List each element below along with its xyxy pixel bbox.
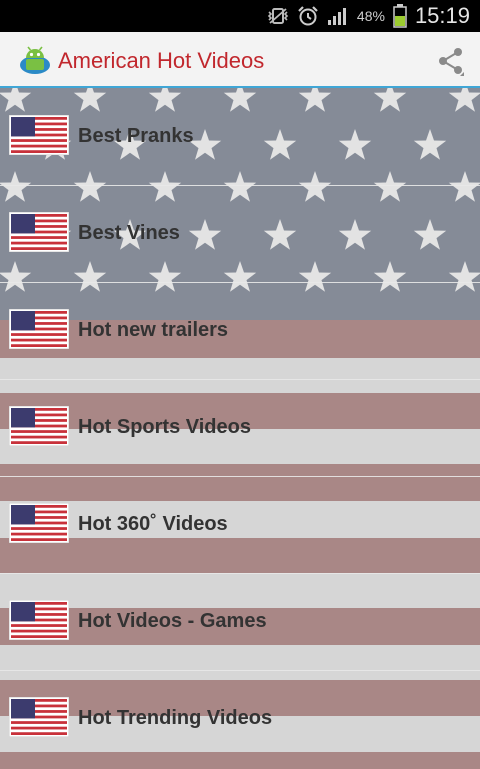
list-item[interactable]: Hot new trailers <box>0 282 480 379</box>
us-flag-icon <box>8 502 70 544</box>
list-item[interactable]: Hot Videos - Games <box>0 573 480 670</box>
list-item-label: Hot 360˚ Videos <box>78 513 228 535</box>
list-divider <box>0 476 480 477</box>
list-item-label: Hot Videos - Games <box>78 610 267 632</box>
us-flag-icon <box>8 211 70 253</box>
list-item[interactable]: Best Pranks <box>0 88 480 185</box>
list-item[interactable]: Hot Trending Videos <box>0 670 480 767</box>
alarm-icon <box>297 5 319 27</box>
android-robot-icon[interactable] <box>18 42 52 76</box>
list-divider <box>0 185 480 186</box>
list-divider <box>0 573 480 574</box>
action-bar: American Hot Videos <box>0 32 480 88</box>
list-item-label: Best Vines <box>78 222 180 244</box>
clock: 15:19 <box>414 3 470 28</box>
share-button[interactable] <box>434 44 468 78</box>
list-divider <box>0 379 480 380</box>
app-title: American Hot Videos <box>58 48 265 73</box>
status-bar: 48% 15:19 <box>0 0 480 32</box>
list-divider <box>0 282 480 283</box>
vibrate-icon <box>267 7 289 25</box>
list-item-label: Hot new trailers <box>78 319 229 341</box>
list-item[interactable]: Best Vines <box>0 185 480 282</box>
status-icons: 48% 15:19 <box>267 0 470 32</box>
list-item-label: Best Pranks <box>78 125 194 147</box>
list-item[interactable]: Hot 360˚ Videos <box>0 476 480 573</box>
list-item[interactable]: Hot Sports Videos <box>0 379 480 476</box>
list-item-label: Hot Sports Videos <box>78 416 251 438</box>
us-flag-icon <box>8 599 70 641</box>
us-flag-icon <box>8 696 70 738</box>
share-icon <box>439 48 464 76</box>
signal-icon <box>327 6 349 26</box>
list-item-label: Hot Trending Videos <box>78 707 273 729</box>
us-flag-icon <box>8 308 70 350</box>
list-divider <box>0 670 480 671</box>
us-flag-icon <box>8 405 70 447</box>
us-flag-icon <box>8 114 70 156</box>
battery-percent: 48% <box>356 8 385 24</box>
battery-icon <box>393 4 407 28</box>
